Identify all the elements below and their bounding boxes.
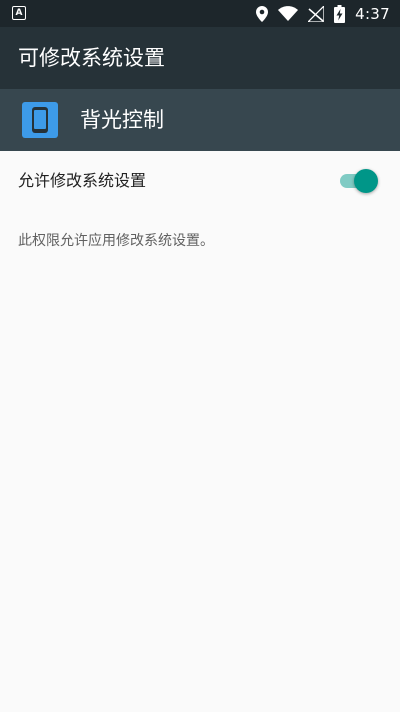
page-title: 可修改系统设置 [18, 46, 165, 70]
wifi-icon [278, 6, 299, 21]
location-icon [256, 5, 269, 22]
app-header: 背光控制 [0, 89, 400, 151]
toggle-thumb [354, 169, 378, 193]
no-signal-icon [308, 5, 325, 22]
allow-modify-settings-label: 允许修改系统设置 [18, 171, 147, 190]
allow-modify-settings-toggle[interactable] [340, 169, 378, 193]
toolbar: 可修改系统设置 [0, 27, 400, 89]
phone-icon [22, 102, 58, 138]
status-time: 4:37 [355, 4, 390, 23]
setting-description: 此权限允许应用修改系统设置。 [18, 233, 214, 249]
status-icons: 4:37 [256, 0, 390, 27]
a-icon: A [12, 6, 26, 20]
a-icon-glyph: A [15, 7, 23, 18]
app-name: 背光控制 [80, 108, 164, 132]
battery-charging-icon [334, 4, 346, 23]
status-bar: A 4:37 [0, 0, 400, 27]
allow-modify-settings-row[interactable]: 允许修改系统设置 [0, 151, 400, 211]
